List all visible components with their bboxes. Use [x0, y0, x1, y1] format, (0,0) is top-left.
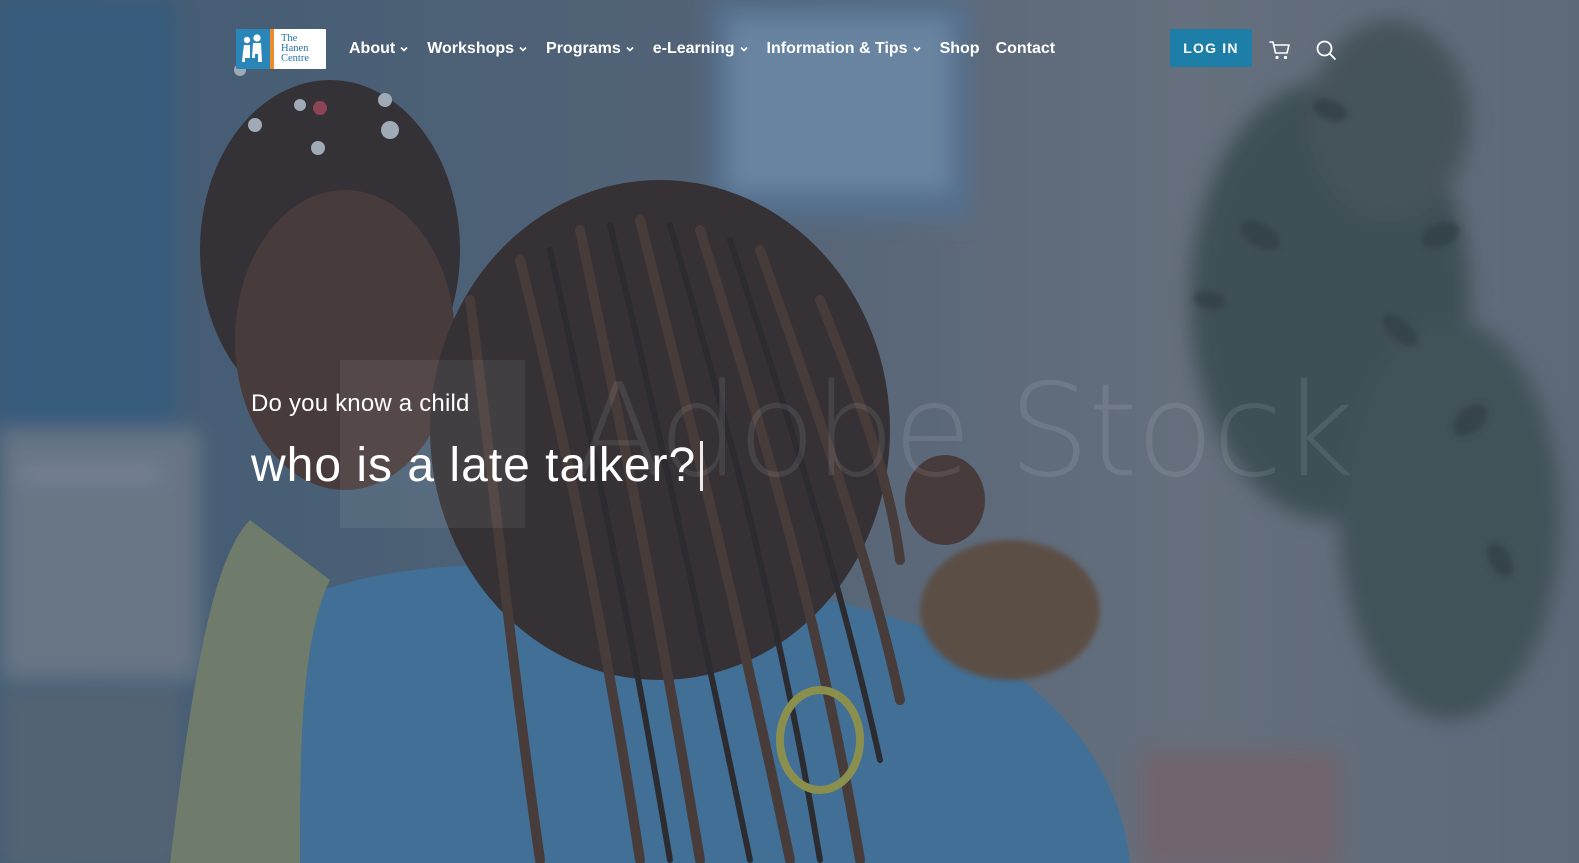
search-icon[interactable]	[1314, 38, 1338, 62]
hero-eyebrow: Do you know a child	[251, 390, 470, 417]
chevron-down-icon	[913, 45, 921, 53]
chevron-down-icon	[739, 45, 748, 53]
login-button[interactable]: LOG IN	[1170, 29, 1252, 67]
site-header: The Hanen Centre About Workshops Program…	[0, 0, 1579, 98]
hero-headline-text: who is a late talker?	[251, 439, 697, 492]
nav-item-label: Workshops	[427, 40, 515, 57]
hero-section: Adobe Stock The Hanen Centre About	[0, 0, 1579, 863]
nav-item-label: About	[349, 40, 396, 57]
logo-wordmark: The Hanen Centre	[274, 29, 326, 69]
nav-item-label: Shop	[939, 40, 980, 57]
main-nav: About Workshops Programs e-Learning Info…	[349, 36, 1071, 62]
nav-item-shop[interactable]: Shop	[940, 40, 980, 58]
logo-line-3: Centre	[281, 53, 309, 64]
hero-text: Do you know a child who is a late talker…	[251, 388, 704, 494]
chevron-down-icon	[626, 45, 634, 53]
typing-caret	[700, 441, 704, 491]
cart-icon[interactable]	[1268, 38, 1292, 62]
nav-item-label: Programs	[546, 40, 621, 57]
site-logo[interactable]: The Hanen Centre	[236, 29, 326, 69]
nav-item-information-tips[interactable]: Information & Tips	[767, 40, 921, 58]
chevron-down-icon	[400, 45, 408, 53]
nav-item-about[interactable]: About	[349, 40, 408, 58]
nav-item-contact[interactable]: Contact	[996, 40, 1056, 58]
nav-item-workshops[interactable]: Workshops	[427, 40, 527, 58]
nav-item-label: e-Learning	[652, 40, 735, 57]
nav-item-e-learning[interactable]: e-Learning	[653, 40, 748, 58]
nav-item-label: Information & Tips	[766, 40, 908, 57]
hero-overlay	[0, 0, 1579, 863]
nav-item-label: Contact	[995, 40, 1056, 57]
chevron-down-icon	[519, 45, 527, 53]
hero-headline: who is a late talker?	[251, 438, 704, 494]
nav-item-programs[interactable]: Programs	[546, 40, 634, 58]
logo-mark-icon	[236, 29, 274, 69]
